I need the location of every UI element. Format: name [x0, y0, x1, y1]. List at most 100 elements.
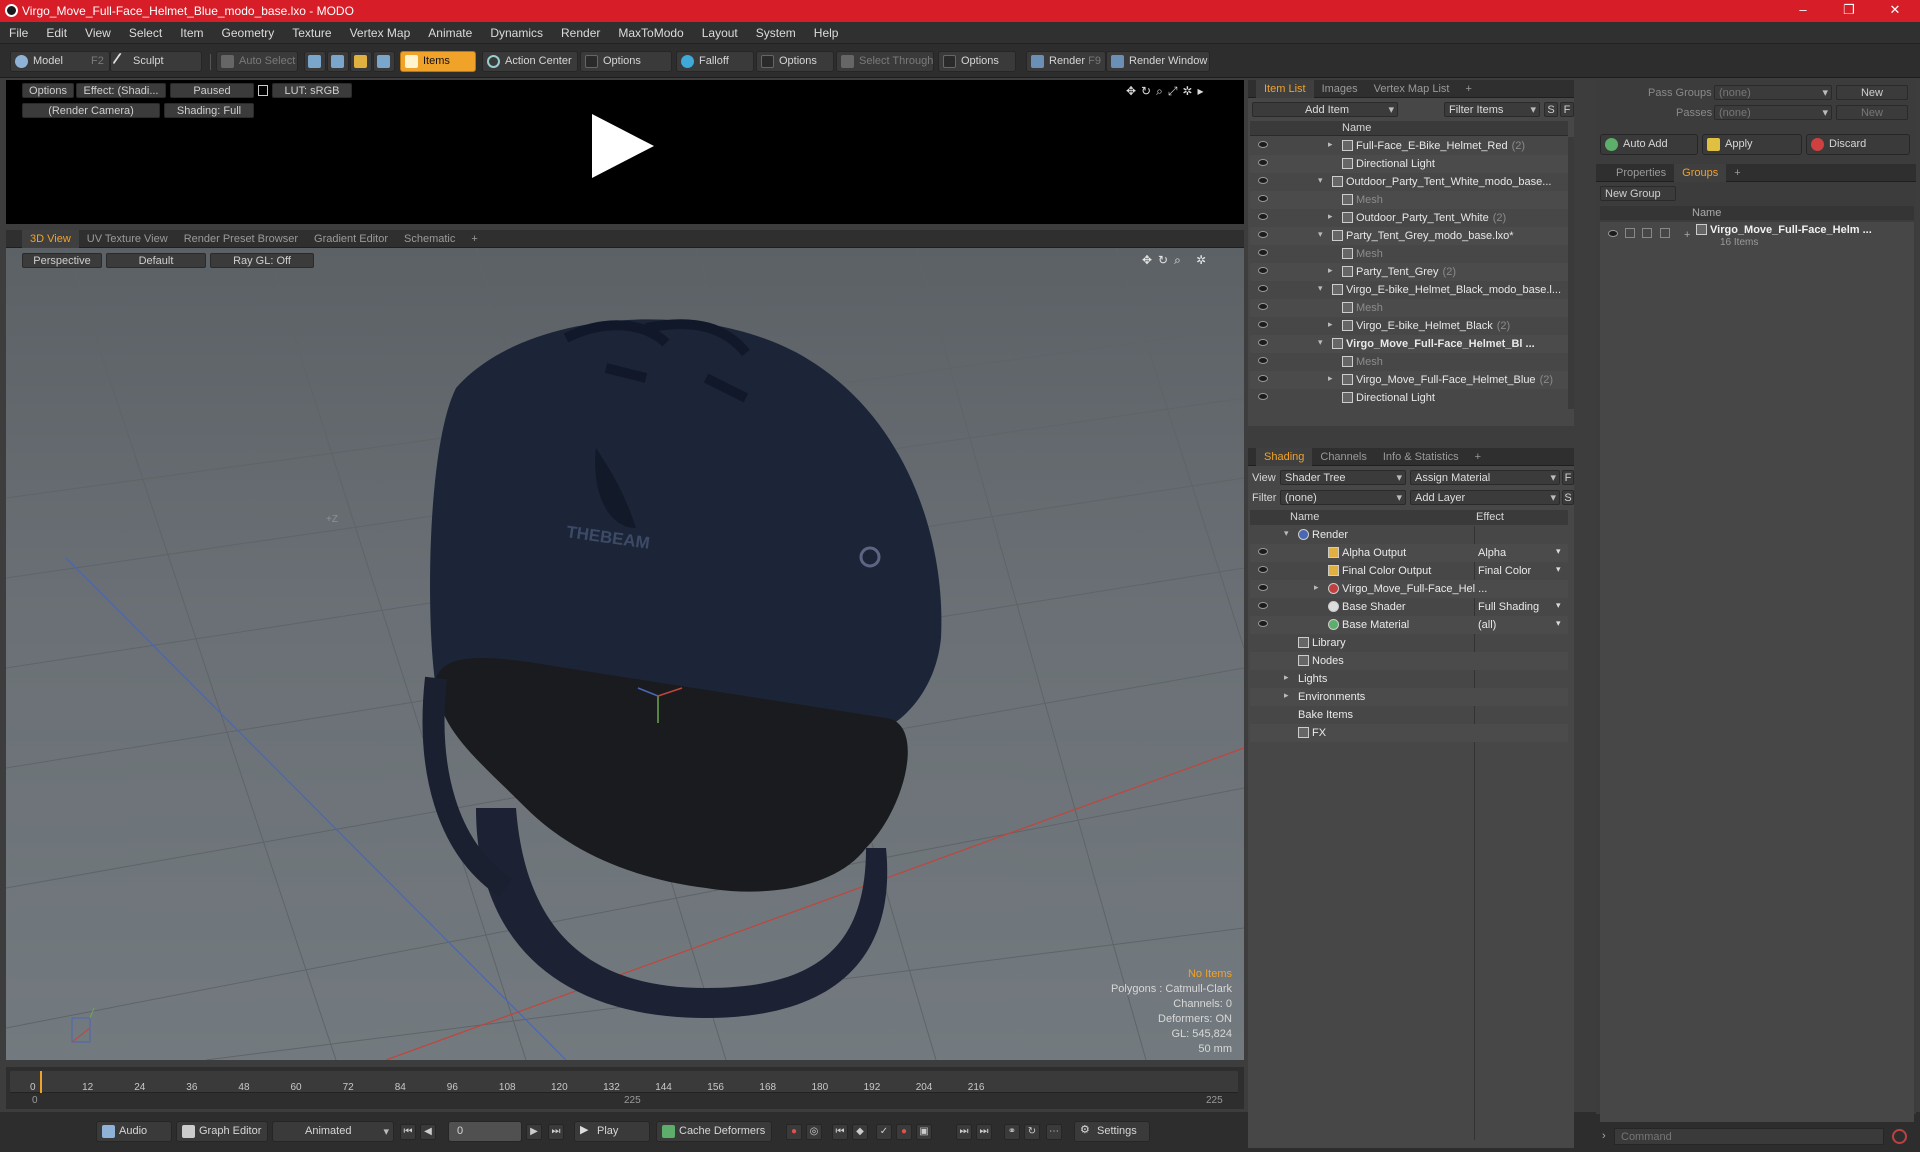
eye-icon[interactable]	[1258, 548, 1268, 555]
shading-dropdown[interactable]: Shading: Full	[164, 103, 254, 118]
3d-viewport[interactable]: THEBEAM +Z Perspective Default Ray GL: O…	[6, 248, 1244, 1060]
lock-toggle-icon[interactable]	[1642, 228, 1652, 238]
lut-dropdown[interactable]: LUT: sRGB	[272, 83, 352, 98]
menu-select[interactable]: Select	[120, 22, 171, 40]
timeline[interactable]: 0 12 24 36 48 60 72 84 96 108 120 132 144 156 168 180 19…	[6, 1067, 1244, 1109]
expand-arrow-icon[interactable]: ▸	[1328, 373, 1333, 384]
item-row[interactable]: Mesh	[1250, 191, 1568, 209]
shader-item-name[interactable]: Nodes	[1298, 655, 1344, 667]
tab-uv-texture-view[interactable]: UV Texture View	[79, 230, 176, 248]
action-center-options-button[interactable]: Options	[580, 51, 672, 72]
item-name[interactable]: Mesh	[1342, 356, 1383, 368]
expand-arrow-icon[interactable]: ▾	[1318, 229, 1323, 240]
item-name[interactable]: Party_Tent_Grey_modo_base.lxo*	[1332, 230, 1514, 242]
tab-groups[interactable]: Groups	[1674, 164, 1727, 182]
new-pass-button[interactable]: New	[1836, 105, 1908, 120]
eye-icon[interactable]	[1258, 566, 1268, 573]
menu-render[interactable]: Render	[552, 22, 609, 40]
item-name[interactable]: Party_Tent_Grey (2)	[1342, 266, 1456, 278]
eye-icon[interactable]	[1258, 141, 1268, 148]
item-row[interactable]: ▸ Full-Face_E-Bike_Helmet_Red (2)	[1250, 137, 1568, 155]
shader-item-name[interactable]: Base Material	[1328, 619, 1409, 631]
lock-icon[interactable]	[258, 85, 268, 96]
item-row[interactable]: ▾ Outdoor_Party_Tent_White_modo_base...	[1250, 173, 1568, 191]
shader-item-name[interactable]: Render	[1298, 529, 1348, 541]
preview-effect-dropdown[interactable]: Effect: (Shadi...	[76, 83, 166, 98]
chevron-down-icon[interactable]: ▾	[1556, 546, 1561, 557]
eye-icon[interactable]	[1258, 267, 1268, 274]
effect-value[interactable]: Alpha	[1478, 547, 1506, 559]
model-mode-button[interactable]: Model F2	[10, 51, 110, 72]
chevron-down-icon[interactable]: ▾	[1556, 564, 1561, 575]
item-name[interactable]: Outdoor_Party_Tent_White (2)	[1342, 212, 1506, 224]
play-preview-icon[interactable]	[592, 114, 654, 178]
item-list-scrollbar[interactable]	[1568, 137, 1574, 409]
item-name[interactable]: Mesh	[1342, 194, 1383, 206]
eye-icon[interactable]	[1258, 357, 1268, 364]
shader-row[interactable]: ▾ Render	[1250, 526, 1568, 544]
frame-field[interactable]: 0	[448, 1121, 522, 1142]
tab-images[interactable]: Images	[1314, 80, 1366, 98]
expand-arrow-icon[interactable]: ▸	[1284, 672, 1289, 683]
tab-info-statistics[interactable]: Info & Statistics	[1375, 448, 1467, 466]
falloff-options-button[interactable]: Options	[756, 51, 834, 72]
menu-view[interactable]: View	[76, 22, 120, 40]
item-row[interactable]: Directional Light	[1250, 155, 1568, 173]
eye-icon[interactable]	[1258, 249, 1268, 256]
loop-icon[interactable]: ▣	[916, 1124, 932, 1140]
filter-items-field[interactable]: Filter Items	[1444, 102, 1540, 117]
expand-arrow-icon[interactable]: ▸	[1284, 690, 1289, 701]
select-edges-button[interactable]	[327, 51, 349, 72]
menu-help[interactable]: Help	[805, 22, 848, 40]
item-name[interactable]: Virgo_E-bike_Helmet_Black (2)	[1342, 320, 1510, 332]
cache-deformers-button[interactable]: Cache Deformers	[656, 1121, 772, 1142]
select-through-options-button[interactable]: Options	[938, 51, 1016, 72]
tab-3d-view[interactable]: 3D View	[22, 230, 79, 248]
expand-arrow-icon[interactable]: ▸	[1328, 265, 1333, 276]
record-key-icon[interactable]: ●	[786, 1124, 802, 1140]
s-button[interactable]: S	[1544, 102, 1558, 117]
select-materials-button[interactable]	[373, 51, 395, 72]
assign-material-button[interactable]: Assign Material	[1410, 470, 1560, 485]
shader-item-name[interactable]: Alpha Output	[1328, 547, 1406, 559]
settings-button[interactable]: ⚙ Settings	[1074, 1121, 1150, 1142]
effect-value[interactable]: Full Shading	[1478, 601, 1539, 613]
step-back-icon[interactable]: ◀	[420, 1124, 436, 1140]
eye-icon[interactable]	[1258, 321, 1268, 328]
add-tab-icon[interactable]: +	[1467, 448, 1489, 466]
expand-arrow-icon[interactable]: ▾	[1318, 283, 1323, 294]
shader-item-name[interactable]: Environments	[1298, 691, 1365, 703]
auto-select-button[interactable]: Auto Select	[216, 51, 298, 72]
tab-channels[interactable]: Channels	[1312, 448, 1374, 466]
menu-layout[interactable]: Layout	[693, 22, 747, 40]
last-key-icon[interactable]: ⏭	[976, 1124, 992, 1140]
item-row[interactable]: ▾ Virgo_Move_Full-Face_Helmet_Bl ...	[1250, 335, 1568, 353]
next-key-icon[interactable]: ⏭	[956, 1124, 972, 1140]
menu-vertex-map[interactable]: Vertex Map	[341, 22, 420, 40]
effect-value[interactable]: (all)	[1478, 619, 1496, 631]
tab-shading[interactable]: Shading	[1256, 448, 1313, 466]
step-forward-icon[interactable]: ▶	[526, 1124, 542, 1140]
preview-nav-icons[interactable]: ✥↻⌕⤢✲▸	[1126, 84, 1209, 99]
key-icon[interactable]: ◆	[852, 1124, 868, 1140]
passes-dropdown[interactable]: (none)	[1714, 105, 1832, 120]
close-button[interactable]: ✕	[1880, 2, 1910, 20]
item-name[interactable]: Directional Light	[1342, 392, 1435, 404]
audio-button[interactable]: Audio	[96, 1121, 172, 1142]
animated-dropdown[interactable]: Animated ▾	[272, 1121, 394, 1142]
item-name[interactable]: Virgo_E-bike_Helmet_Black_modo_base.l...	[1332, 284, 1561, 296]
record-icon[interactable]: ●	[896, 1124, 912, 1140]
item-name[interactable]: Directional Light	[1342, 158, 1435, 170]
item-row[interactable]: ▸ Party_Tent_Grey (2)	[1250, 263, 1568, 281]
raygl-dropdown[interactable]: Ray GL: Off	[210, 253, 314, 268]
item-row[interactable]: Mesh	[1250, 299, 1568, 317]
go-to-start-icon[interactable]: ⏮	[400, 1124, 416, 1140]
item-name[interactable]: Full-Face_E-Bike_Helmet_Red (2)	[1342, 140, 1525, 152]
eye-icon[interactable]	[1258, 303, 1268, 310]
item-name[interactable]: Virgo_Move_Full-Face_Helmet_Bl ...	[1332, 338, 1535, 350]
f-button[interactable]: F	[1560, 102, 1574, 117]
item-row[interactable]: Mesh	[1250, 245, 1568, 263]
item-row[interactable]: Mesh	[1250, 353, 1568, 371]
play-button[interactable]: ▶ Play	[574, 1121, 650, 1142]
eye-icon[interactable]	[1258, 177, 1268, 184]
